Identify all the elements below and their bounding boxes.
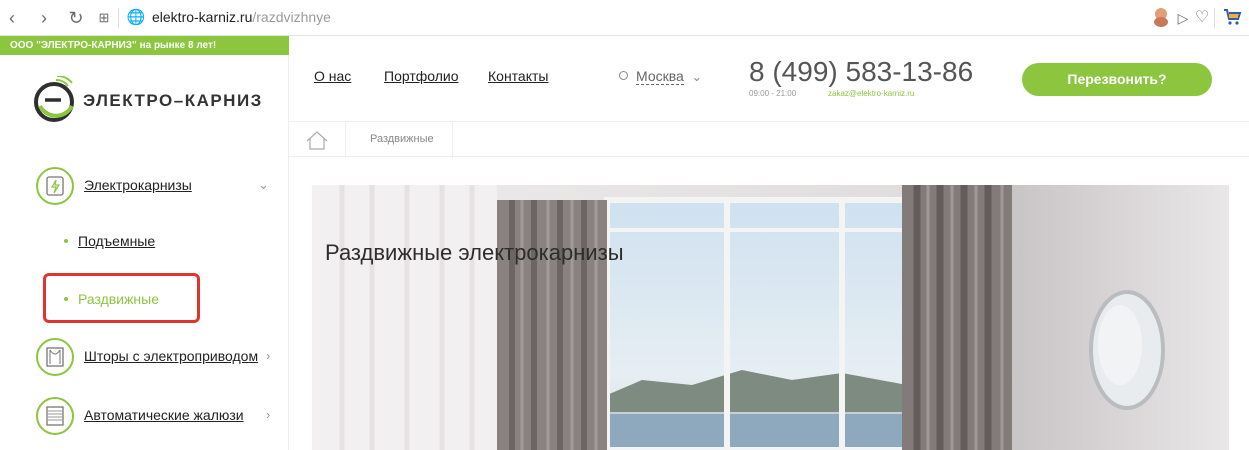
breadcrumb-divider xyxy=(345,122,346,158)
promo-banner: ООО "ЭЛЕКТРО-КАРНИЗ" на рынке 8 лет! xyxy=(0,36,289,55)
breadcrumb-current: Раздвижные xyxy=(370,133,434,145)
curtain-rod-icon xyxy=(36,167,74,205)
working-hours: 09:00 - 21:00 xyxy=(749,89,797,98)
sidebar: ООО "ЭЛЕКТРО-КАРНИЗ" на рынке 8 лет! ЭЛЕ… xyxy=(0,36,289,450)
home-icon[interactable] xyxy=(305,130,329,150)
back-icon[interactable]: ‹ xyxy=(2,8,22,28)
hero-image xyxy=(312,185,1229,450)
send-icon[interactable]: ▷ xyxy=(1173,8,1193,28)
apps-grid-icon[interactable]: ⊞ xyxy=(94,8,114,28)
cart-icon[interactable] xyxy=(1222,7,1242,27)
hero-title: Раздвижные электрокарнизы xyxy=(325,240,624,265)
globe-icon: 🌐 xyxy=(126,9,146,26)
url-path: /razdvizhnye xyxy=(252,9,331,25)
location-pin-icon xyxy=(619,71,628,80)
toolbar-separator xyxy=(118,8,119,28)
top-header: О нас Портфолио Контакты Москва ⌄ 8 (499)… xyxy=(289,36,1249,121)
reload-icon[interactable]: ↻ xyxy=(66,8,86,28)
chevron-down-icon: ⌄ xyxy=(258,177,269,192)
breadcrumb-divider xyxy=(452,122,453,158)
callback-button[interactable]: Перезвонить? xyxy=(1022,63,1212,96)
nav-link-contacts[interactable]: Контакты xyxy=(488,68,548,84)
hero-banner: Раздвижные электрокарнизы xyxy=(312,185,1229,450)
phone-number[interactable]: 8 (499) 583-13-86 xyxy=(749,56,973,88)
highlight-annotation xyxy=(43,273,200,323)
sidebar-category-label: Электрокарнизы xyxy=(84,177,192,193)
logo-text: ЭЛЕКТРО–КАРНИЗ xyxy=(83,91,263,110)
city-name: Москва xyxy=(636,68,684,85)
chevron-right-icon: › xyxy=(266,348,271,363)
forward-icon[interactable]: › xyxy=(34,8,54,28)
heart-icon[interactable]: ♡ xyxy=(1192,8,1212,28)
sidebar-category-label: Шторы с электроприводом xyxy=(84,348,259,364)
site-logo[interactable]: ЭЛЕКТРО–КАРНИЗ xyxy=(30,76,270,124)
sidebar-category-label: Автоматические жалюзи xyxy=(84,407,244,423)
curtains-icon xyxy=(36,338,74,376)
address-bar[interactable]: elektro-karniz.ru/razdvizhnye xyxy=(152,9,331,25)
logo-mark-icon xyxy=(34,76,74,122)
nav-link-portfolio[interactable]: Портфолио xyxy=(384,68,459,84)
chevron-down-icon: ⌄ xyxy=(691,70,702,84)
city-selector[interactable]: Москва ⌄ xyxy=(619,68,702,85)
blinds-icon xyxy=(36,397,74,435)
email-link[interactable]: zakaz@elektro-karniz.ru xyxy=(828,89,914,98)
nav-link-about[interactable]: О нас xyxy=(314,68,351,84)
toolbar-separator xyxy=(1214,8,1215,28)
bullet-icon xyxy=(64,239,68,243)
breadcrumb: Раздвижные xyxy=(289,121,1249,158)
url-host: elektro-karniz.ru xyxy=(152,9,253,25)
extension-icon[interactable] xyxy=(1151,6,1171,27)
sidebar-subitem-label: Подъемные xyxy=(78,233,156,249)
browser-toolbar: ‹ › ↻ ⊞ 🌐 elektro-karniz.ru/razdvizhnye … xyxy=(0,0,1249,36)
chevron-right-icon: › xyxy=(266,407,271,422)
